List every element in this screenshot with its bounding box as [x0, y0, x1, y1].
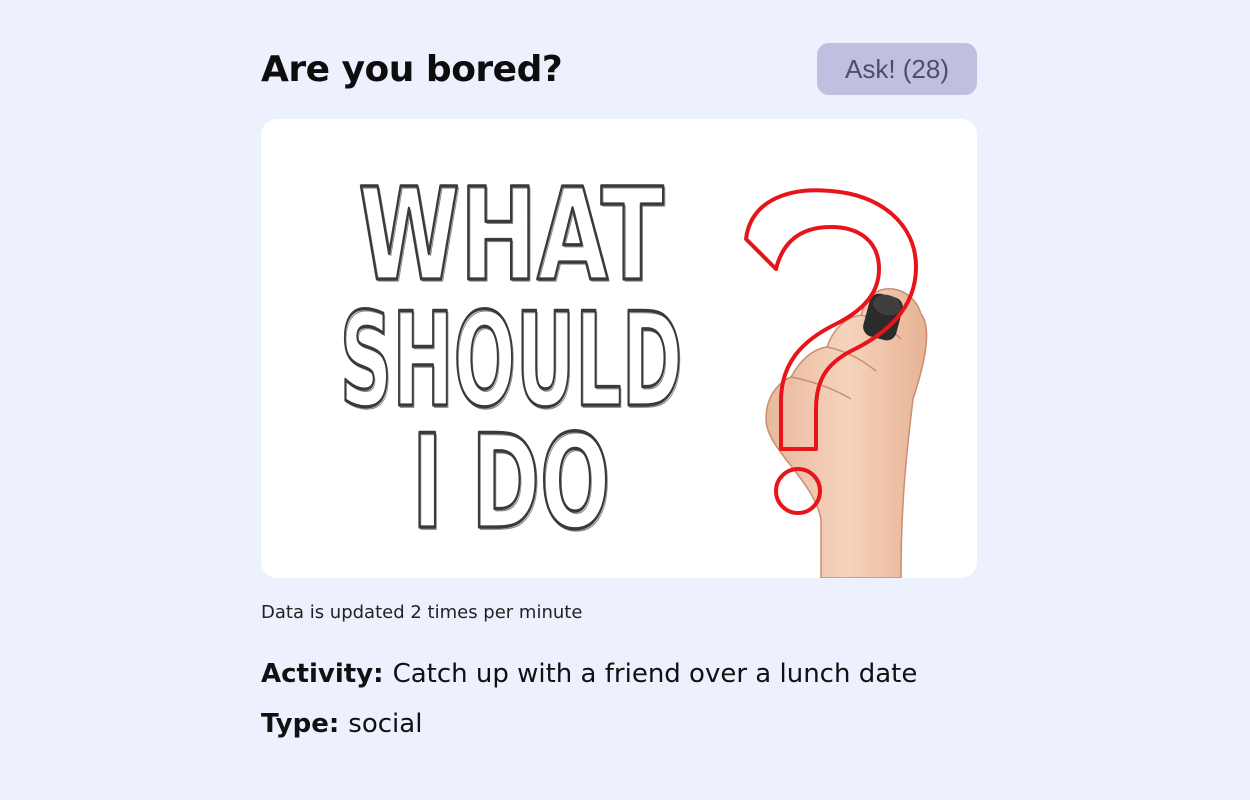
- hand-with-marker-icon: [765, 288, 928, 578]
- illustration-line-ido-shadow: I DO: [413, 409, 611, 561]
- update-note: Data is updated 2 times per minute: [261, 602, 583, 623]
- what-should-i-do-illustration: WHAT WHAT SHOULD SHOULD I DO I DO: [338, 161, 928, 578]
- page-title: Are you bored?: [261, 48, 563, 90]
- activity-row: Activity: Catch up with a friend over a …: [261, 659, 977, 689]
- type-row: Type: social: [261, 709, 977, 739]
- type-label: Type:: [261, 709, 349, 739]
- type-value: social: [348, 709, 423, 739]
- main-container: Are you bored? Ask! (28) WHAT WHAT SHOUL…: [261, 43, 977, 739]
- activity-image: WHAT WHAT SHOULD SHOULD I DO I DO: [261, 119, 977, 578]
- activity-value: Catch up with a friend over a lunch date: [392, 659, 918, 689]
- ask-button[interactable]: Ask! (28): [817, 43, 977, 95]
- activity-label: Activity:: [261, 659, 393, 689]
- header: Are you bored? Ask! (28): [261, 43, 977, 95]
